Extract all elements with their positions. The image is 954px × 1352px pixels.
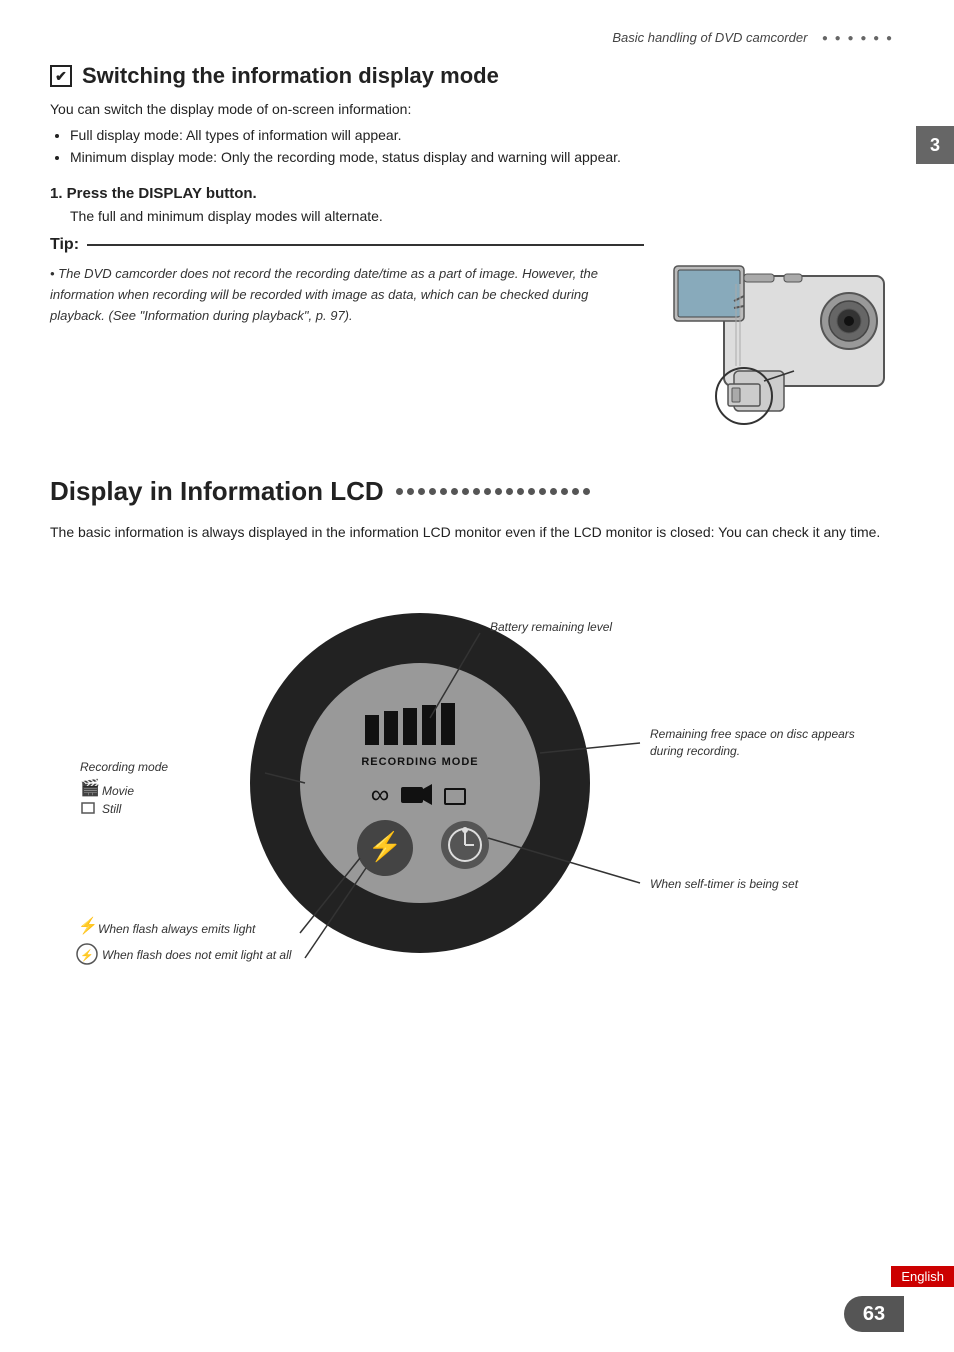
header-title: Basic handling of DVD camcorder [612, 30, 807, 45]
svg-text:⚡: ⚡ [80, 949, 94, 962]
svg-text:RECORDING MODE: RECORDING MODE [361, 756, 478, 768]
svg-text:Still: Still [102, 802, 122, 816]
section2-title: Display in Information LCD [50, 476, 904, 507]
svg-text:Battery remaining level: Battery remaining level [490, 620, 612, 634]
svg-text:🎬: 🎬 [80, 778, 100, 797]
lcd-dots-decoration [396, 488, 590, 495]
section2-intro: The basic information is always displaye… [50, 521, 904, 543]
tip-section: Tip: The DVD camcorder does not record t… [50, 236, 904, 436]
lcd-diagram-svg: RECORDING MODE ∞ ⚡ [50, 573, 910, 993]
bullet-item-1: Full display mode: All types of informat… [70, 127, 904, 143]
svg-text:When self-timer is being set: When self-timer is being set [650, 877, 799, 891]
tip-content: Tip: The DVD camcorder does not record t… [50, 236, 644, 326]
bullet-item-2: Minimum display mode: Only the recording… [70, 149, 904, 165]
svg-text:When flash does not emit light: When flash does not emit light at all [102, 948, 292, 962]
page-number: 63 [844, 1296, 904, 1332]
step1-header: 1. Press the DISPLAY button. [50, 185, 904, 202]
section1-title: ✔ Switching the information display mode [50, 63, 904, 89]
section1-intro: You can switch the display mode of on-sc… [50, 101, 904, 117]
svg-text:⚡: ⚡ [78, 916, 98, 935]
svg-text:Remaining free space on disc a: Remaining free space on disc appears [650, 727, 855, 741]
header-dots: ● ● ● ● ● ● [822, 33, 894, 44]
step1-desc: The full and minimum display modes will … [70, 208, 904, 224]
bullet-list: Full display mode: All types of informat… [70, 127, 904, 165]
svg-text:during recording.: during recording. [650, 744, 740, 758]
camera-illustration [664, 236, 904, 436]
svg-text:⚡: ⚡ [368, 830, 403, 863]
tip-text: The DVD camcorder does not record the re… [50, 264, 644, 326]
tip-label: Tip: [50, 236, 644, 254]
tip-line-decoration [87, 244, 644, 246]
checkbox-icon: ✔ [50, 65, 72, 87]
lcd-diagram: RECORDING MODE ∞ ⚡ [50, 573, 904, 993]
english-badge: English [891, 1266, 954, 1287]
svg-text:Movie: Movie [102, 784, 134, 798]
svg-text:∞: ∞ [371, 779, 390, 809]
page-header: Basic handling of DVD camcorder ● ● ● ● … [50, 30, 904, 45]
svg-text:When flash always emits light: When flash always emits light [98, 922, 256, 936]
section-number-badge: 3 [916, 126, 954, 164]
svg-text:Recording mode: Recording mode [80, 760, 168, 774]
